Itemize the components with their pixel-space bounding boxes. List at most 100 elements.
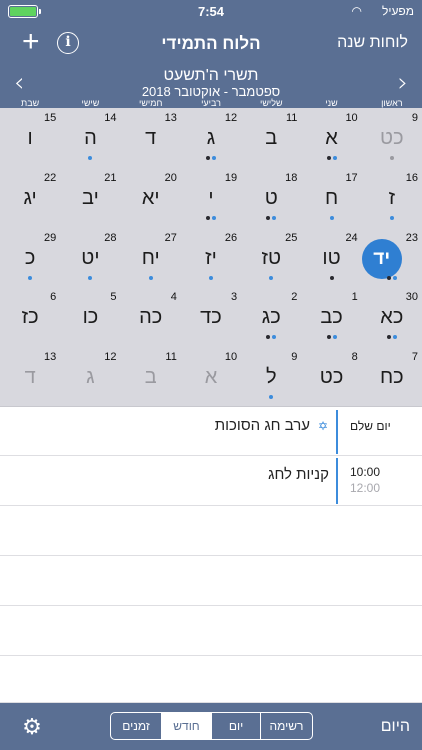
calendar-day-cell[interactable]: 11 ב (241, 108, 301, 168)
event-dot (389, 215, 394, 220)
gregorian-day-number: 9 (411, 112, 418, 124)
hebrew-day-number: ז (388, 186, 396, 209)
event-end-time: 12:00 (350, 481, 381, 495)
calendar-day-cell[interactable]: 16 ז (362, 168, 422, 228)
today-button[interactable]: היום (381, 718, 410, 736)
calendar-day-cell[interactable]: 10 א (301, 108, 361, 168)
calendar-day-cell[interactable]: 5 כו (60, 287, 120, 347)
event-indicators (60, 275, 120, 280)
calendar-day-cell[interactable]: 13 ד (121, 108, 181, 168)
event-dot (211, 156, 216, 160)
event-dot (266, 215, 271, 220)
hebrew-day-number: ו (27, 127, 33, 149)
calendar-day-cell[interactable]: 30 כא (362, 287, 422, 347)
event-indicators (0, 275, 60, 280)
calendar-day-cell[interactable]: 12 ג (181, 108, 241, 168)
calendar-day-cell[interactable]: 3 כד (181, 287, 241, 347)
gregorian-day-number: 15 (44, 112, 57, 124)
hebrew-day-number: א (204, 366, 218, 389)
calendar-day-cell[interactable]: 9ל (241, 347, 301, 407)
hebrew-day-number: ג (206, 127, 216, 149)
event-dot (208, 275, 213, 280)
gregorian-day-number: 13 (44, 351, 57, 364)
gregorian-day-number: 10 (224, 351, 238, 364)
gregorian-day-number: 8 (351, 351, 358, 364)
hebrew-day-number: כו (82, 306, 99, 329)
calendar-day-cell[interactable]: 22 יג (0, 168, 60, 228)
calendar-day-cell[interactable]: 21 יב (60, 168, 120, 228)
calendar-day-cell[interactable]: 9 כט (362, 108, 422, 168)
event-indicators (362, 215, 422, 220)
gregorian-day-number: 1 (351, 291, 358, 304)
event-indicators (121, 275, 181, 280)
gregorian-day-number: 16 (405, 171, 418, 184)
calendar-day-cell[interactable]: 13 ד (0, 347, 60, 407)
weekday-label: ראשון (381, 98, 403, 108)
calendar-day-cell[interactable]: 26 יז (181, 228, 241, 288)
calendar-day-cell[interactable]: 23 יד (361, 228, 422, 288)
gregorian-day-number: 3 (230, 291, 238, 304)
weekday-label: שני (325, 98, 338, 108)
gregorian-day-number: 24 (345, 231, 358, 244)
calendar-day-cell[interactable]: 4 כה (121, 287, 181, 347)
gregorian-day-number: 12 (224, 112, 238, 124)
carrier-label: מפעיל (381, 4, 414, 18)
segment-list[interactable]: רשימה (261, 713, 312, 739)
segment-month[interactable]: חודש (162, 713, 212, 739)
gregorian-day-number: 30 (405, 291, 418, 304)
hebrew-day-number: ה (84, 127, 97, 149)
event-list: יום שלם ערב חג הסוכות ✡ 10:00 12:00 קניות לחג (0, 408, 422, 703)
calendar-day-cell[interactable]: 25 טז (241, 228, 301, 288)
calendar-day-cell[interactable]: 7 כח (362, 347, 422, 407)
gregorian-day-number: 2 (291, 291, 298, 304)
event-indicators (362, 156, 422, 160)
segment-day[interactable]: יום (212, 713, 261, 739)
event-dot (326, 156, 331, 160)
gregorian-day-number: 13 (164, 112, 177, 124)
calendar-day-cell[interactable]: 1 כב (301, 287, 361, 347)
calendar-day-cell[interactable]: 12 ג (60, 347, 120, 407)
calendars-button[interactable]: לוחות שנה (337, 34, 408, 52)
calendar-day-cell[interactable]: 18 ט (241, 168, 301, 228)
weekday-header-row: ראשון שני שלישי רביעי חמישי שישי שבת (0, 98, 422, 108)
weekday-label: שבת (21, 98, 40, 108)
hebrew-day-number: יג (23, 186, 37, 209)
hebrew-day-number: ג (86, 366, 95, 389)
calendar-day-cell[interactable]: 20 יא (121, 168, 181, 228)
calendar-day-cell[interactable]: 19 י (181, 168, 241, 228)
calendar-day-cell[interactable]: 27 יח (121, 228, 181, 288)
calendar-day-cell[interactable]: 29 כ (0, 228, 60, 288)
hebrew-day-number: כב (320, 306, 343, 329)
gregorian-day-number: 10 (345, 112, 358, 124)
segment-zmanim[interactable]: זמנים (111, 713, 162, 739)
calendar-day-cell[interactable]: 24 טו (301, 228, 361, 288)
event-indicators (181, 156, 241, 160)
calendar-day-cell[interactable]: 10 א (181, 347, 241, 407)
next-month-button[interactable]: › (398, 70, 408, 96)
event-row[interactable]: יום שלם ערב חג הסוכות ✡ (0, 408, 422, 456)
calendar-day-cell[interactable]: 8 כט (301, 347, 361, 407)
gregorian-day-number: 7 (411, 351, 418, 364)
calendar-day-cell[interactable]: 28 יט (60, 228, 120, 288)
month-header: ‹ תשרי ה'תשעט ספטמבר - אוקטובר 2018 › רא… (0, 66, 422, 108)
hebrew-day-number: כ (24, 246, 36, 269)
calendar-day-cell[interactable]: 11 ב (121, 347, 181, 407)
event-indicators (241, 275, 301, 280)
event-dot (88, 275, 93, 280)
gregorian-day-number: 17 (345, 171, 358, 184)
event-indicators (362, 335, 422, 340)
calendar-day-cell[interactable]: 15 ו (0, 108, 60, 168)
event-row[interactable]: 10:00 12:00 קניות לחג (0, 456, 422, 506)
hebrew-day-number: י (208, 186, 214, 209)
event-indicators (301, 156, 361, 160)
event-dot (272, 215, 277, 220)
gear-icon[interactable]: ⚙ (20, 715, 44, 739)
calendar-day-cell[interactable]: 14 ה (60, 108, 120, 168)
gregorian-day-number: 29 (44, 231, 57, 244)
gregorian-day-number: 22 (44, 171, 57, 184)
calendar-day-cell[interactable]: 6 כז (0, 287, 60, 347)
gregorian-day-number: 6 (50, 291, 57, 304)
calendar-day-cell[interactable]: 17 ח (301, 168, 361, 228)
hebrew-day-number: ד (24, 366, 36, 389)
calendar-day-cell[interactable]: 2 כג (241, 287, 301, 347)
